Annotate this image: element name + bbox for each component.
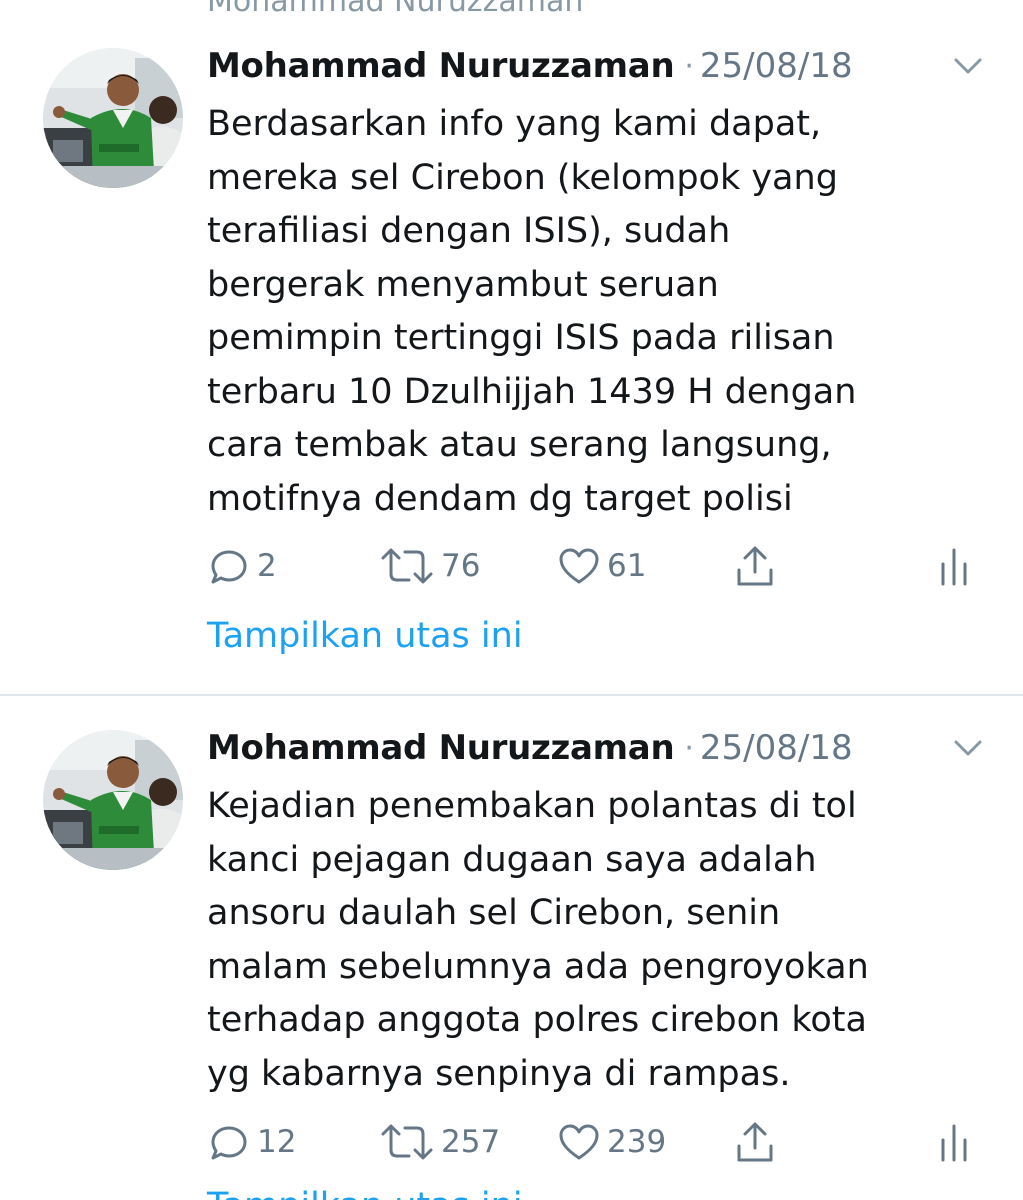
tweet-divider	[0, 694, 1023, 696]
reply-count: 2	[257, 548, 277, 584]
chevron-down-icon[interactable]	[950, 736, 986, 760]
tweet-text-line: terbaru 10 Dzulhijjah 1439 H dengan	[207, 371, 857, 412]
show-thread-link[interactable]: Tampilkan utas ini	[207, 616, 523, 656]
speech-bubble-icon	[207, 1120, 251, 1164]
tweet-date[interactable]: 25/08/18	[700, 46, 853, 86]
tweet-date[interactable]: 25/08/18	[700, 728, 853, 768]
retweet-arrows-icon	[379, 544, 435, 588]
tweet-text-line: bergerak menyambut seruan	[207, 264, 719, 305]
tweet-text-line: ansoru daulah sel Cirebon, senin	[207, 893, 781, 933]
analytics-button[interactable]	[939, 1120, 969, 1164]
retweet-count: 257	[441, 1124, 501, 1160]
tweet-actions: 2 76 61	[207, 544, 987, 588]
retweet-count: 76	[441, 548, 481, 584]
separator-dot: ·	[684, 730, 694, 766]
tweet-text-line: terafiliasi dengan ISIS), sudah	[207, 211, 731, 251]
tweet-text-line: pemimpin tertinggi ISIS pada rilisan	[207, 318, 835, 358]
retweet-arrows-icon	[379, 1120, 435, 1164]
speech-bubble-icon	[207, 544, 251, 588]
separator-dot: ·	[684, 48, 694, 84]
share-upload-icon	[733, 544, 777, 588]
chevron-down-icon[interactable]	[950, 54, 986, 78]
analytics-bars-icon	[939, 1120, 969, 1164]
tweet-text-line: mereka sel Cirebon (kelompok yang	[207, 157, 838, 198]
tweet-text-line: malam sebelumnya ada pengroyokan	[207, 946, 869, 987]
heart-icon	[557, 1120, 601, 1164]
tweet-header: Mohammad Nuruzzaman · 25/08/18	[207, 724, 853, 772]
share-upload-icon	[733, 1120, 777, 1164]
show-thread-link[interactable]: Tampilkan utas ini	[207, 1186, 523, 1200]
heart-icon	[557, 544, 601, 588]
timeline: Mohammad Nuruzzaman Mohammad Nuruzzaman …	[0, 0, 1023, 1200]
tweet-text-line: Kejadian penembakan polantas di tol	[207, 786, 857, 826]
author-name[interactable]: Mohammad Nuruzzaman	[207, 728, 675, 768]
analytics-bars-icon	[939, 544, 969, 588]
avatar[interactable]	[43, 48, 183, 188]
tweet-text-line: terhadap anggota polres cirebon kota	[207, 1000, 867, 1040]
tweet-actions: 12 257 239	[207, 1120, 987, 1164]
share-button[interactable]	[733, 544, 777, 588]
previous-tweet-author-cutoff: Mohammad Nuruzzaman	[207, 0, 584, 19]
tweet-text-line: motifnya dendam dg target polisi	[207, 478, 793, 519]
reply-button[interactable]: 2	[207, 544, 277, 588]
tweet-header: Mohammad Nuruzzaman · 25/08/18	[207, 42, 853, 90]
tweet-text-line: yg kabarnya senpinya di rampas.	[207, 1053, 791, 1094]
tweet-text: Kejadian penembakan polantas di tol kanc…	[207, 780, 997, 1101]
like-count: 239	[607, 1124, 667, 1160]
retweet-button[interactable]: 257	[379, 1120, 500, 1164]
avatar[interactable]	[43, 730, 183, 870]
tweet-text-line: cara tembak atau serang langsung,	[207, 425, 832, 465]
analytics-button[interactable]	[939, 544, 969, 588]
tweet-text-line: kanci pejagan dugaan saya adalah	[207, 839, 817, 880]
like-count: 61	[607, 548, 647, 584]
like-button[interactable]: 61	[557, 544, 646, 588]
reply-count: 12	[257, 1124, 297, 1160]
tweet-text: Berdasarkan info yang kami dapat, mereka…	[207, 98, 997, 526]
like-button[interactable]: 239	[557, 1120, 666, 1164]
tweet-text-line: Berdasarkan info yang kami dapat,	[207, 104, 822, 144]
author-name[interactable]: Mohammad Nuruzzaman	[207, 46, 675, 86]
retweet-button[interactable]: 76	[379, 544, 480, 588]
share-button[interactable]	[733, 1120, 777, 1164]
reply-button[interactable]: 12	[207, 1120, 296, 1164]
